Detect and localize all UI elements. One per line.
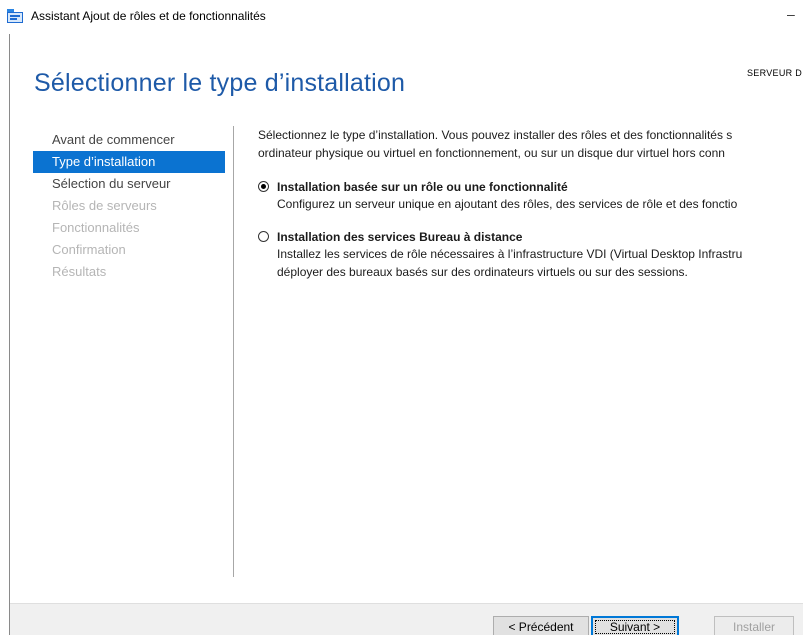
option-title[interactable]: Installation basée sur un rôle ou une fo…	[258, 179, 803, 195]
page-title: Sélectionner le type d’installation	[34, 69, 406, 97]
server-manager-icon	[7, 9, 23, 23]
nav-item-installation-type[interactable]: Type d’installation	[33, 151, 225, 173]
nav-item-before-you-begin[interactable]: Avant de commencer	[33, 129, 225, 151]
next-button[interactable]: Suivant >	[591, 616, 679, 635]
previous-button[interactable]: < Précédent	[493, 616, 589, 635]
nav-item-features: Fonctionnalités	[52, 220, 140, 235]
nav-item-server-selection[interactable]: Sélection du serveur	[33, 173, 225, 195]
content-panel: Sélectionnez le type d’installation. Vou…	[258, 126, 803, 281]
intro-line: Sélectionnez le type d’installation. Vou…	[258, 128, 733, 142]
focus-rectangle	[595, 620, 675, 634]
window-title: Assistant Ajout de rôles et de fonctionn…	[31, 9, 266, 23]
intro-text: Sélectionnez le type d’installation. Vou…	[258, 126, 803, 162]
nav-item-results: Résultats	[52, 264, 107, 279]
wizard-steps-nav: Avant de commencer Type d’installation S…	[33, 129, 225, 283]
wizard-window: Assistant Ajout de rôles et de fonctionn…	[0, 0, 803, 635]
wizard-header: Sélectionner le type d’installation SERV…	[10, 34, 803, 118]
install-button[interactable]: Installer	[714, 616, 794, 635]
nav-divider	[233, 126, 234, 577]
option-description: déployer des bureaux basés sur des ordin…	[277, 265, 688, 279]
option-role-based[interactable]: Installation basée sur un rôle ou une fo…	[258, 179, 803, 213]
intro-line: ordinateur physique ou virtuel en foncti…	[258, 146, 725, 160]
radio-selected-dot	[261, 184, 266, 189]
option-remote-desktop[interactable]: Installation des services Bureau à dista…	[258, 229, 803, 281]
title-bar[interactable]: Assistant Ajout de rôles et de fonctionn…	[0, 0, 803, 34]
option-description: Installez les services de rôle nécessair…	[277, 247, 743, 261]
option-title[interactable]: Installation des services Bureau à dista…	[258, 229, 803, 245]
destination-server-label: SERVEUR D	[747, 68, 803, 78]
nav-item-server-roles: Rôles de serveurs	[52, 198, 157, 213]
window-border	[9, 34, 10, 635]
minimize-button[interactable]: –	[787, 7, 803, 23]
nav-item-confirmation: Confirmation	[52, 242, 126, 257]
radio-role-based[interactable]	[258, 181, 269, 192]
radio-remote-desktop[interactable]	[258, 231, 269, 242]
wizard-footer: < Précédent Suivant > Installer	[10, 603, 803, 635]
option-description: Configurez un serveur unique en ajoutant…	[277, 197, 738, 211]
